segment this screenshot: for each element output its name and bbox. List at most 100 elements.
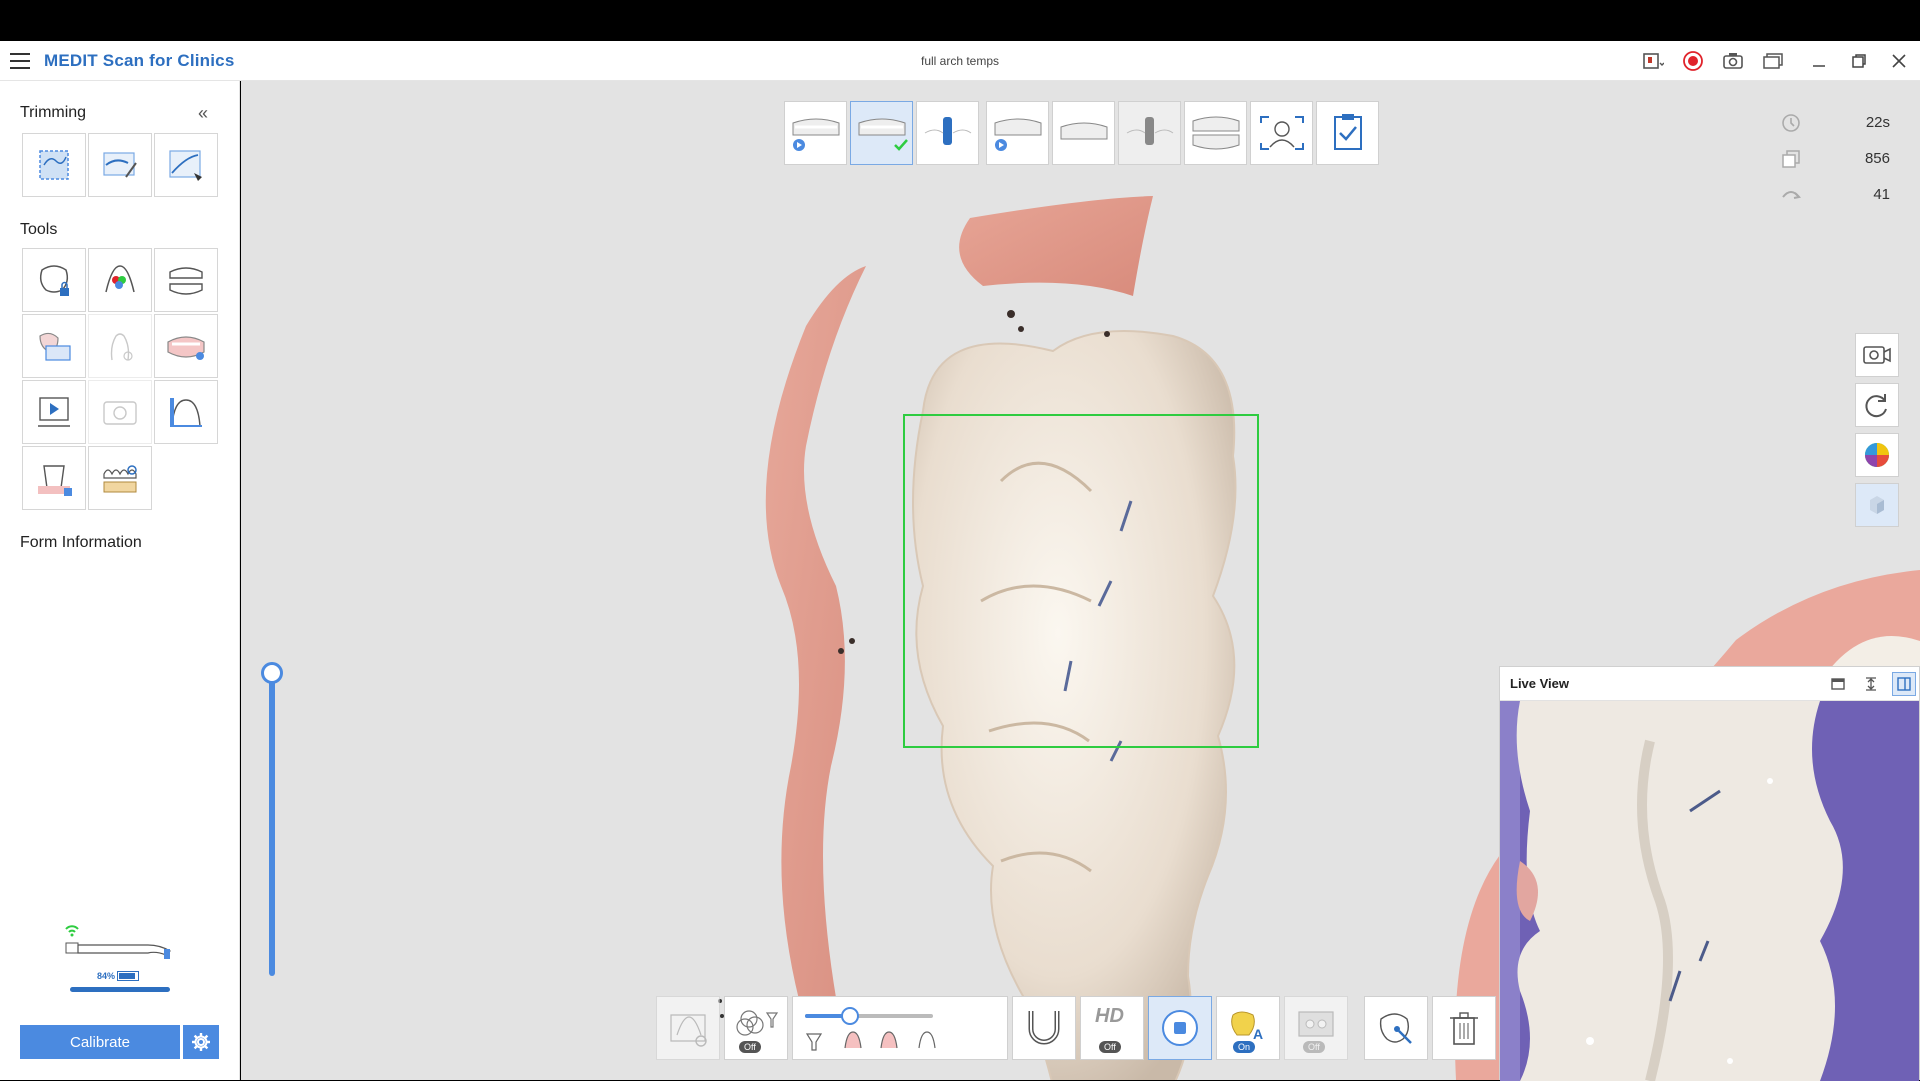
- stage-mandible[interactable]: [850, 101, 913, 165]
- stage-occlusion[interactable]: [1184, 101, 1247, 165]
- battery-bar: [70, 987, 170, 992]
- gear-icon: [192, 1033, 210, 1051]
- maximize-button[interactable]: [1847, 49, 1871, 73]
- trash-icon: [1450, 1012, 1478, 1045]
- align-data-tool[interactable]: [22, 314, 86, 378]
- stage-face-scan[interactable]: [1250, 101, 1313, 165]
- battery-level: 84%: [97, 971, 116, 981]
- svg-text:A: A: [1253, 1026, 1263, 1042]
- calibrate-button[interactable]: Calibrate: [20, 1025, 180, 1059]
- stage-lower-2[interactable]: [1052, 101, 1115, 165]
- hd-label: HD: [1095, 1005, 1124, 1027]
- live-view-panel: Live View: [1499, 666, 1920, 1081]
- plane-cut-tool[interactable]: [154, 133, 218, 197]
- record-icon[interactable]: [1681, 49, 1705, 73]
- scan-body-icon: [38, 465, 72, 496]
- abutment-tool[interactable]: [88, 314, 152, 378]
- scanner-view-icon[interactable]: [1641, 49, 1665, 73]
- abutment-icon: [110, 333, 133, 361]
- capture-camera-icon: [103, 401, 137, 425]
- tooth-search-icon: [670, 1014, 707, 1047]
- tooth-lock-icon: [39, 265, 69, 296]
- stage-scanbody-2[interactable]: [1118, 101, 1181, 165]
- delete-button[interactable]: [1432, 996, 1496, 1060]
- live-view-fit-icon[interactable]: [1859, 672, 1883, 696]
- hd-toggle-button[interactable]: HD Off: [1080, 996, 1144, 1060]
- smart-select-button[interactable]: [1364, 996, 1428, 1060]
- stage-review[interactable]: [1316, 101, 1379, 165]
- document-title: full arch temps: [920, 54, 1000, 68]
- margin-color-tool[interactable]: [88, 248, 152, 312]
- play-icon: [38, 397, 70, 427]
- ai-scan-toggle-button[interactable]: A On: [1216, 996, 1280, 1060]
- face-scan-icon: [1259, 116, 1304, 150]
- form-information-title: Form Information: [20, 534, 142, 551]
- scanbody-icon: [924, 117, 971, 145]
- rotate-data-icon: [1780, 184, 1802, 206]
- brush-select-icon: [103, 152, 137, 178]
- capture-tool[interactable]: [88, 380, 152, 444]
- replay-tool[interactable]: [22, 380, 86, 444]
- live-view-pin-icon[interactable]: [1826, 672, 1850, 696]
- tip-filter-panel: [792, 996, 1008, 1060]
- scan-body-tool[interactable]: [22, 446, 86, 510]
- lock-area-tool[interactable]: [22, 248, 86, 312]
- settings-gear-button[interactable]: [183, 1025, 219, 1059]
- stage-upper-2[interactable]: [986, 101, 1049, 165]
- gallery-icon[interactable]: [1761, 49, 1785, 73]
- tip-filter-options: [805, 1007, 936, 1051]
- stage-mandible-scanbody[interactable]: [916, 101, 979, 165]
- count-value: 41: [1873, 186, 1890, 203]
- frames-value: 856: [1864, 150, 1890, 167]
- title-bar: MEDIT Scan for Clinics full arch temps: [0, 41, 1920, 81]
- scan-depth-slider-knob[interactable]: [261, 662, 283, 684]
- scan-depth-slider[interactable]: [269, 680, 275, 976]
- frames-icon: [1780, 148, 1802, 170]
- occlusion-icon: [1192, 116, 1239, 150]
- arch-tool[interactable]: [154, 314, 218, 378]
- live-view-dock-icon[interactable]: [1892, 672, 1916, 696]
- filter-toggle-button[interactable]: Off: [724, 996, 788, 1060]
- hd-off-label: Off: [1099, 1041, 1121, 1053]
- plane-cut-icon: [169, 150, 202, 181]
- stat-frames: 856: [1780, 144, 1890, 180]
- intraoral-review-button[interactable]: [656, 996, 720, 1060]
- ai-on-label: On: [1233, 1041, 1256, 1053]
- tools-title: Tools: [20, 221, 58, 238]
- menu-icon[interactable]: [10, 53, 30, 69]
- close-button[interactable]: [1887, 49, 1911, 73]
- stage-maxilla[interactable]: [784, 101, 847, 165]
- lower-arch-icon: [1060, 122, 1107, 140]
- color-tooth-icon: [105, 265, 135, 293]
- stop-icon: [1162, 1010, 1198, 1046]
- scan-stats: 22s 856 41: [1780, 108, 1890, 216]
- collapse-sidebar-icon[interactable]: «: [198, 103, 208, 124]
- lasso-select-icon: [39, 150, 69, 180]
- time-value: 22s: [1865, 114, 1890, 131]
- color-mode-button[interactable]: [1855, 433, 1899, 477]
- left-sidebar: Trimming « Tools Form Information 84% Ca…: [0, 81, 240, 1080]
- live-view-image: [1500, 701, 1919, 1081]
- filter-off-label: Off: [739, 1041, 761, 1053]
- lasso-select-tool[interactable]: [22, 133, 86, 197]
- clipboard-check-icon: [1333, 114, 1362, 150]
- brush-select-tool[interactable]: [88, 133, 152, 197]
- measure-tool[interactable]: [154, 380, 218, 444]
- stop-scan-button[interactable]: [1148, 996, 1212, 1060]
- occlusion-tool[interactable]: [154, 248, 218, 312]
- minimize-button[interactable]: [1807, 49, 1831, 73]
- mandible-icon: [858, 118, 908, 151]
- app-title: MEDIT Scan for Clinics: [44, 51, 235, 70]
- bottom-toolbar: Off HD Off A On Off: [656, 996, 1576, 1060]
- arch-mode-button[interactable]: [1012, 996, 1076, 1060]
- camera-icon[interactable]: [1721, 49, 1745, 73]
- arch-icon: [167, 336, 205, 360]
- video-camera-button[interactable]: [1855, 333, 1899, 377]
- screen-top-border: [0, 0, 1920, 41]
- video-camera-icon: [1863, 346, 1891, 364]
- solid-mode-button[interactable]: [1855, 483, 1899, 527]
- reset-view-button[interactable]: [1855, 383, 1899, 427]
- align-teeth-icon: [39, 332, 71, 361]
- recording-toggle-button[interactable]: Off: [1284, 996, 1348, 1060]
- library-tool[interactable]: [88, 446, 152, 510]
